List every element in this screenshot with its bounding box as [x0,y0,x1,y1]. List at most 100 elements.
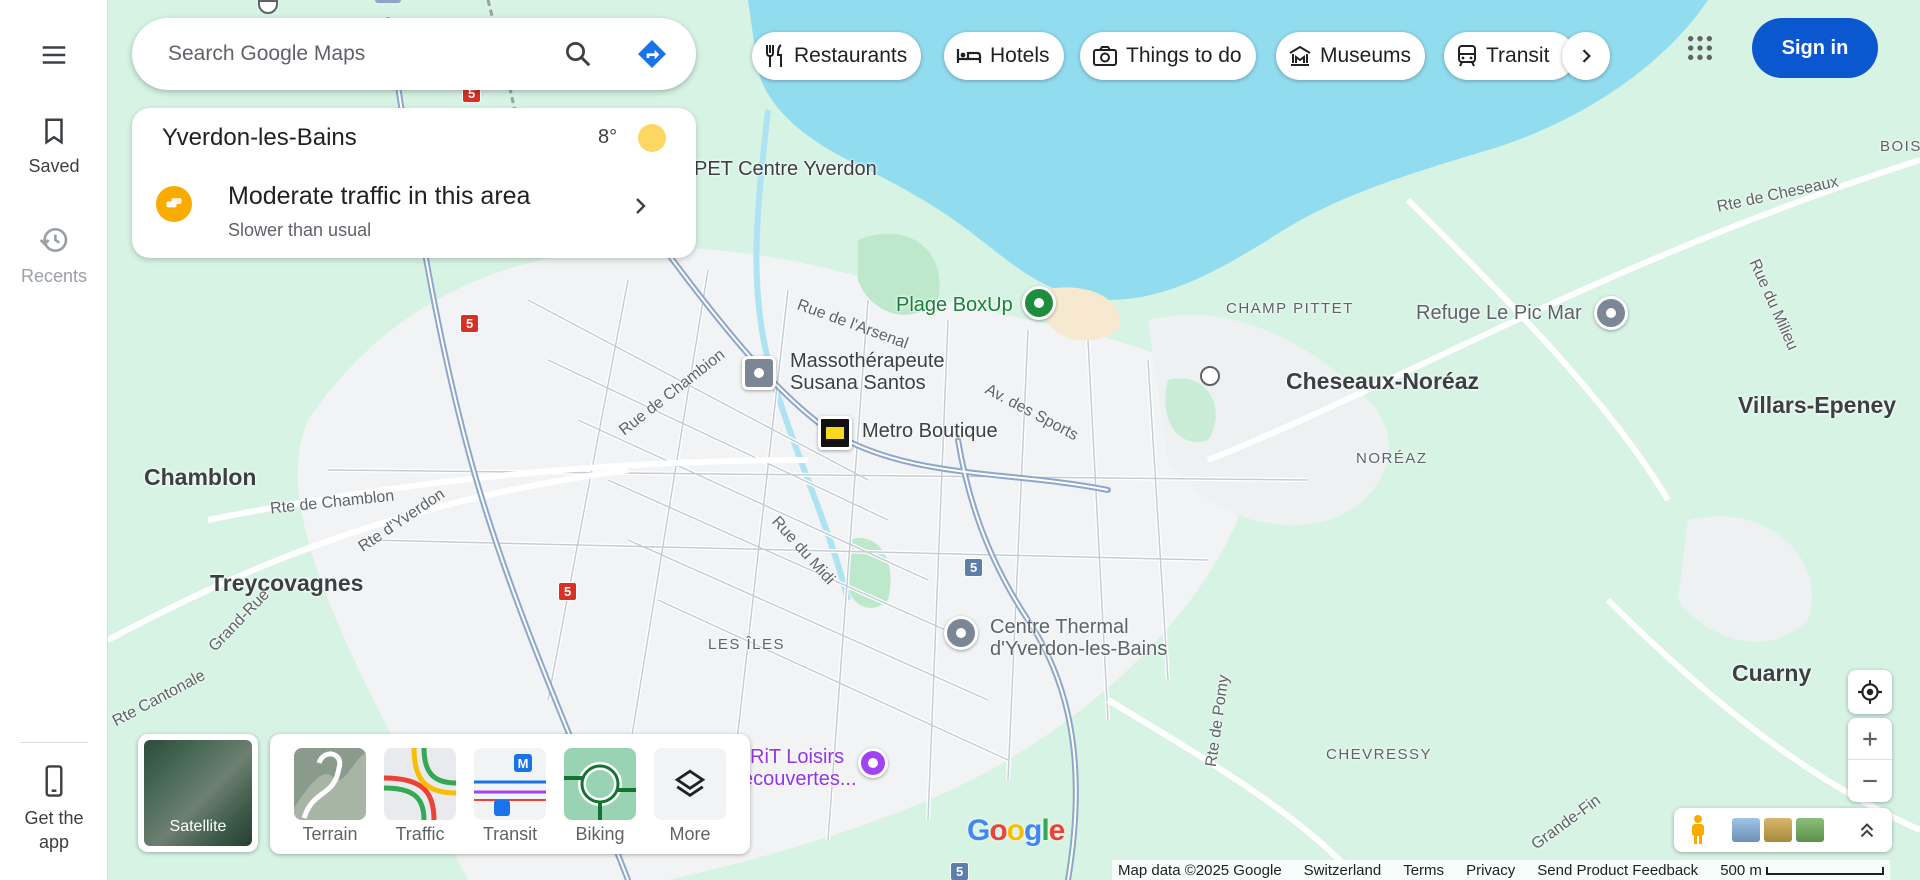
sun-icon [638,124,666,152]
layer-label: Terrain [302,824,358,844]
poi-label[interactable]: RiT Loisirs [750,746,844,769]
poi-label[interactable]: Massothérapeute [790,350,945,373]
sign-in-button[interactable]: Sign in [1752,18,1878,78]
google-apps-button[interactable] [1684,32,1716,64]
scale-bar [1765,866,1884,875]
apps-grid-icon [1688,36,1712,60]
chips-next-button[interactable] [1562,32,1610,80]
layer-transit[interactable]: M Transit [474,748,546,845]
place-label[interactable]: CHAMP PITTET [1226,300,1354,317]
camera-icon [1093,46,1117,66]
chip-things-to-do[interactable]: Things to do [1080,32,1256,80]
directions-icon [638,40,666,68]
imagery-thumb[interactable] [1764,818,1792,842]
chip-restaurants[interactable]: Restaurants [752,32,922,80]
menu-button[interactable] [0,40,108,70]
chip-label: Things to do [1126,44,1242,67]
expand-button[interactable] [1856,818,1878,847]
place-label[interactable]: NORÉAZ [1356,450,1428,467]
recents-label: Recents [20,266,88,286]
map-footer: Map data ©2025 Google Switzerland Terms … [1112,860,1890,880]
place-label[interactable]: BOIS C [1880,138,1920,155]
chip-museums[interactable]: Museums [1276,32,1426,80]
poi-label[interactable]: ecouvertes... [742,768,857,791]
chevron-right-icon [636,198,646,214]
minus-icon [1863,779,1877,783]
fork-knife-icon [766,44,782,67]
traffic-details-button[interactable] [628,194,652,223]
poi-label[interactable]: PET Centre Yverdon [694,158,877,181]
pegman-icon[interactable] [1686,814,1710,846]
terms-link[interactable]: Terms [1403,862,1444,879]
traffic-title[interactable]: Moderate traffic in this area [228,182,530,211]
privacy-link[interactable]: Privacy [1466,862,1515,879]
poi-label[interactable]: Centre Thermal [990,616,1129,639]
search-button[interactable] [560,36,596,72]
route-shield: 5 [558,582,578,601]
left-rail: Saved Recents Get the app [0,0,108,880]
layer-traffic[interactable]: Traffic [384,748,456,845]
place-label[interactable]: LES ÎLES [708,636,785,653]
layer-terrain[interactable]: Terrain [294,748,366,845]
saved-button[interactable]: Saved [0,116,108,178]
poi-label[interactable]: Metro Boutique [862,420,998,443]
get-app-button[interactable]: Get the app [0,764,108,854]
satellite-toggle[interactable]: Satellite [138,734,258,852]
poi-label[interactable]: Susana Santos [790,372,926,395]
train-icon [1458,45,1476,67]
route-shield: 5 [460,314,480,333]
place-label[interactable]: CHEVRESSY [1326,746,1432,763]
rail-divider [20,742,88,743]
place-label[interactable]: Treycovagnes [210,570,363,597]
zoom-in-button[interactable] [1848,718,1892,760]
poi-label[interactable]: Refuge Le Pic Mar [1416,302,1582,325]
chip-label: Transit [1486,44,1550,67]
zoom-out-button[interactable] [1848,760,1892,802]
traffic-subtitle: Slower than usual [228,220,372,240]
map-data-attribution: Map data ©2025 Google [1118,861,1282,879]
country-link[interactable]: Switzerland [1304,862,1382,879]
place-pin-icon[interactable] [1594,296,1628,330]
place-pin-icon[interactable] [944,616,978,650]
scale-control[interactable]: 500 m [1720,862,1884,879]
feedback-link[interactable]: Send Product Feedback [1537,862,1698,879]
imagery-thumb[interactable] [1796,818,1824,842]
menu-icon [42,46,66,64]
entertainment-pin-icon[interactable] [858,748,888,778]
get-app-label: Get the app [24,808,84,852]
layer-biking[interactable]: Biking [564,748,636,845]
layer-label: Biking [575,824,625,844]
scale-label: 500 m [1720,861,1762,879]
park-pin-icon[interactable] [1022,286,1056,320]
route-shield: 5 [950,862,970,880]
poi-label[interactable]: Plage BoxUp [896,294,1013,317]
place-label[interactable]: Cuarny [1732,660,1811,687]
search-input[interactable] [168,42,548,66]
museum-icon [1289,45,1311,66]
phone-icon [45,765,63,797]
spa-pin-icon[interactable] [742,356,776,390]
chip-hotels[interactable]: Hotels [944,32,1064,80]
bed-icon [956,49,982,63]
chip-transit[interactable]: Transit [1444,32,1576,80]
imagery-thumb[interactable] [1732,818,1760,842]
poi-label[interactable]: d'Yverdon-les-Bains [990,638,1167,661]
recents-button[interactable]: Recents [0,224,108,288]
directions-button[interactable] [634,36,670,72]
zoom-controls [1848,718,1892,802]
city-name: Yverdon-les-Bains [162,124,357,151]
place-label[interactable]: Chamblon [144,464,256,491]
traffic-icon [156,186,192,222]
store-pin-icon[interactable] [818,416,852,450]
transit-stop-icon[interactable] [1200,366,1220,386]
google-logo: Google [967,814,1065,847]
layer-more[interactable]: More [654,748,726,845]
biking-layer-icon [564,748,636,820]
saved-label: Saved [28,156,80,176]
my-location-button[interactable] [1848,670,1892,714]
search-icon [566,42,591,67]
terrain-icon [294,748,366,820]
transit-layer-icon: M [474,748,546,820]
place-label[interactable]: Villars-Epeney [1738,392,1896,419]
place-label[interactable]: Cheseaux-Noréaz [1286,368,1479,395]
